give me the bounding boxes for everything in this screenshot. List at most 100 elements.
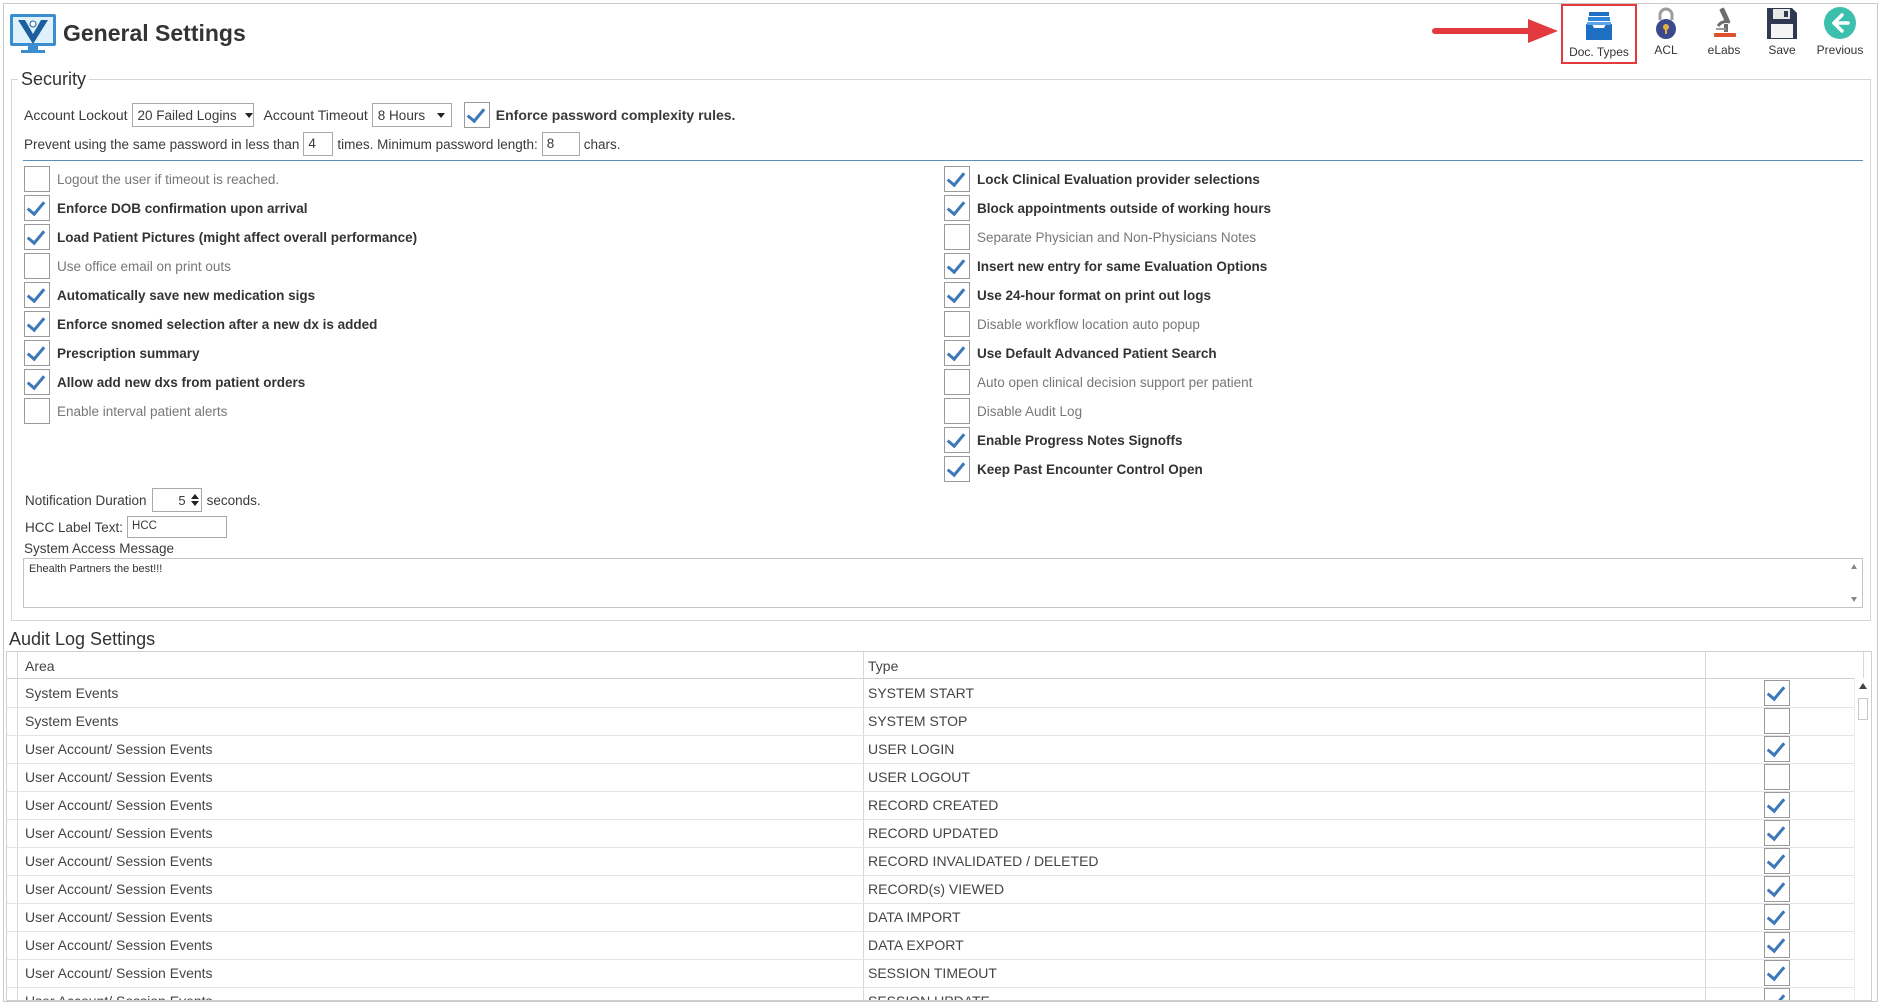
cell-type: RECORD INVALIDATED / DELETED: [868, 853, 1099, 869]
option-checkbox[interactable]: [944, 340, 970, 366]
option-checkbox[interactable]: [24, 166, 50, 192]
option-checkbox[interactable]: [944, 427, 970, 453]
option-checkbox[interactable]: [944, 195, 970, 221]
option-prescription-summary: Prescription summary: [24, 340, 200, 366]
option-checkbox[interactable]: [24, 340, 50, 366]
option-separate-physician-and-non-physicians-notes: Separate Physician and Non-Physicians No…: [944, 224, 1256, 250]
option-checkbox[interactable]: [944, 311, 970, 337]
option-checkbox[interactable]: [24, 253, 50, 279]
option-checkbox[interactable]: [24, 224, 50, 250]
option-checkbox[interactable]: [944, 369, 970, 395]
cell-area: User Account/ Session Events: [25, 965, 213, 981]
option-checkbox[interactable]: [24, 369, 50, 395]
table-row[interactable]: User Account/ Session Events DATA EXPORT: [7, 931, 1863, 960]
account-lockout-select[interactable]: 20 Failed Logins: [131, 103, 254, 127]
option-use-default-advanced-patient-search: Use Default Advanced Patient Search: [944, 340, 1217, 366]
account-timeout-select[interactable]: 8 Hours: [371, 103, 452, 127]
table-row[interactable]: User Account/ Session Events RECORD CREAT…: [7, 791, 1863, 820]
spinner-arrows-icon[interactable]: [190, 494, 199, 506]
elabs-button[interactable]: eLabs: [1695, 4, 1753, 64]
option-label: Prescription summary: [57, 345, 200, 361]
acl-button[interactable]: ACL: [1637, 4, 1695, 64]
cell-type: DATA IMPORT: [868, 909, 961, 925]
option-use-office-email-on-print-outs: Use office email on print outs: [24, 253, 231, 279]
account-lockout-value: 20 Failed Logins: [137, 107, 237, 123]
column-header-area[interactable]: Area: [25, 658, 55, 674]
enabled-checkbox[interactable]: [1764, 708, 1790, 734]
option-checkbox[interactable]: [944, 282, 970, 308]
cell-type: DATA EXPORT: [868, 937, 964, 953]
option-checkbox[interactable]: [24, 282, 50, 308]
notification-duration-suffix: seconds.: [206, 492, 261, 508]
notification-duration-stepper[interactable]: 5: [151, 488, 202, 512]
scroll-thumb[interactable]: [1858, 698, 1868, 720]
column-header-type[interactable]: Type: [868, 658, 898, 674]
option-enforce-dob-confirmation-upon-arrival: Enforce DOB confirmation upon arrival: [24, 195, 308, 221]
account-timeout-label: Account Timeout: [263, 107, 368, 123]
min-password-length-input[interactable]: 8: [541, 132, 580, 156]
cell-type: RECORD CREATED: [868, 797, 999, 813]
scroll-up-icon[interactable]: [1859, 683, 1867, 689]
cell-area: User Account/ Session Events: [25, 881, 213, 897]
enabled-checkbox[interactable]: [1764, 988, 1790, 1000]
option-checkbox[interactable]: [944, 166, 970, 192]
option-checkbox[interactable]: [944, 253, 970, 279]
option-label: Logout the user if timeout is reached.: [57, 171, 280, 187]
enabled-checkbox[interactable]: [1764, 680, 1790, 706]
table-row[interactable]: User Account/ Session Events RECORD INVAL…: [7, 847, 1863, 876]
notification-duration-label: Notification Duration: [25, 492, 147, 508]
security-legend: Security: [18, 69, 90, 90]
option-checkbox[interactable]: [24, 195, 50, 221]
option-checkbox[interactable]: [944, 456, 970, 482]
table-row[interactable]: User Account/ Session Events RECORD(s) VI…: [7, 875, 1863, 904]
option-label: Insert new entry for same Evaluation Opt…: [977, 258, 1268, 274]
password-complexity-checkbox[interactable]: [463, 102, 490, 128]
table-row[interactable]: User Account/ Session Events SESSION TIME…: [7, 959, 1863, 988]
system-access-message-textarea[interactable]: Ehealth Partners the best!!!: [23, 558, 1863, 608]
app-logo-icon: [10, 14, 56, 53]
table-row[interactable]: User Account/ Session Events DATA IMPORT: [7, 903, 1863, 932]
previous-button[interactable]: Previous: [1811, 4, 1869, 64]
table-row[interactable]: User Account/ Session Events USER LOGIN: [7, 735, 1863, 764]
doc-types-button[interactable]: Doc. Types: [1561, 4, 1637, 64]
option-checkbox[interactable]: [24, 311, 50, 337]
table-row[interactable]: User Account/ Session Events USER LOGOUT: [7, 763, 1863, 792]
save-button[interactable]: Save: [1753, 4, 1811, 64]
system-access-message-value: Ehealth Partners the best!!!: [29, 563, 163, 575]
enabled-checkbox[interactable]: [1764, 932, 1790, 958]
hcc-label-input[interactable]: HCC: [127, 516, 228, 538]
option-keep-past-encounter-control-open: Keep Past Encounter Control Open: [944, 456, 1203, 482]
option-label: Enforce snomed selection after a new dx …: [57, 316, 378, 332]
enabled-checkbox[interactable]: [1764, 848, 1790, 874]
cell-type: SESSION UPDATE: [868, 993, 990, 1001]
cell-area: User Account/ Session Events: [25, 993, 213, 1001]
option-checkbox[interactable]: [944, 398, 970, 424]
enabled-checkbox[interactable]: [1764, 820, 1790, 846]
security-row-password: Prevent using the same password in less …: [24, 131, 621, 157]
password-reuse-input[interactable]: 4: [303, 132, 334, 156]
option-label: Keep Past Encounter Control Open: [977, 461, 1203, 477]
audit-log-title: Audit Log Settings: [9, 629, 156, 649]
notification-duration-row: Notification Duration 5 seconds.: [25, 487, 261, 513]
table-row[interactable]: User Account/ Session Events SESSION UPDA…: [7, 987, 1863, 1001]
enabled-checkbox[interactable]: [1764, 792, 1790, 818]
textarea-scrollbar[interactable]: [1850, 562, 1860, 604]
enabled-checkbox[interactable]: [1764, 960, 1790, 986]
grid-scrollbar[interactable]: [1854, 678, 1871, 1000]
save-label: Save: [1768, 43, 1796, 57]
enabled-checkbox[interactable]: [1764, 876, 1790, 902]
option-label: Use Default Advanced Patient Search: [977, 345, 1217, 361]
table-row[interactable]: System Events SYSTEM START: [7, 679, 1863, 708]
page-title: General Settings: [63, 20, 246, 46]
option-block-appointments-outside-of-working-hours: Block appointments outside of working ho…: [944, 195, 1271, 221]
option-checkbox[interactable]: [944, 224, 970, 250]
hcc-label: HCC Label Text:: [25, 519, 124, 535]
table-row[interactable]: User Account/ Session Events RECORD UPDAT…: [7, 819, 1863, 848]
option-automatically-save-new-medication-sigs: Automatically save new medication sigs: [24, 282, 315, 308]
elabs-label: eLabs: [1707, 43, 1741, 57]
enabled-checkbox[interactable]: [1764, 764, 1790, 790]
enabled-checkbox[interactable]: [1764, 736, 1790, 762]
table-row[interactable]: System Events SYSTEM STOP: [7, 707, 1863, 736]
enabled-checkbox[interactable]: [1764, 904, 1790, 930]
option-checkbox[interactable]: [24, 398, 50, 424]
